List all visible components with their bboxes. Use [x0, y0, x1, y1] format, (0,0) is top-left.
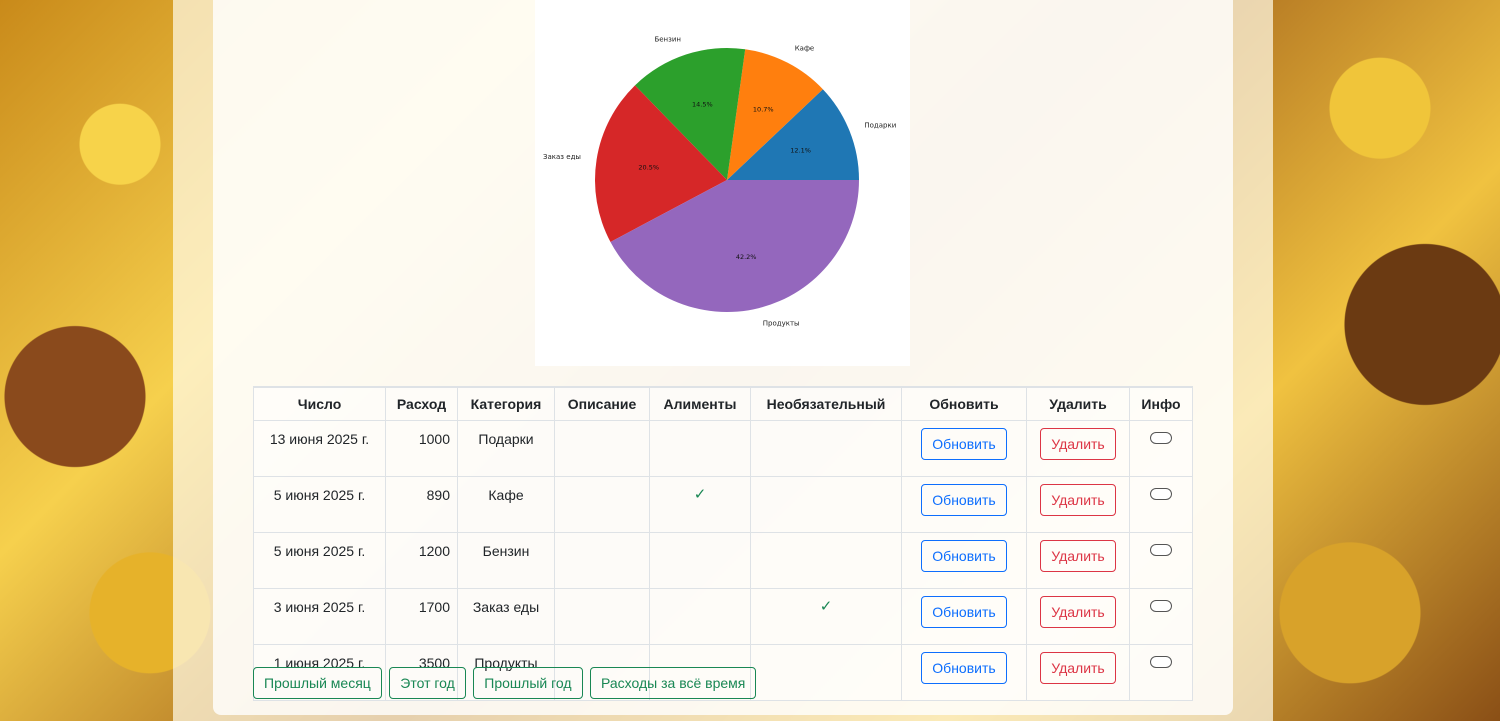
delete-button[interactable]: Удалить [1040, 652, 1116, 684]
cell-alimony: ✓ [649, 476, 751, 533]
delete-button[interactable]: Удалить [1040, 596, 1116, 628]
cell-alimony [649, 420, 751, 477]
period-filter-buttons: Прошлый месяц Этот год Прошлый год Расхо… [253, 667, 759, 699]
header-description: Описание [554, 386, 650, 421]
cell-amount: 1200 [385, 532, 458, 589]
cell-description [554, 476, 650, 533]
header-delete: Удалить [1026, 386, 1130, 421]
cell-date: 13 июня 2025 г. [253, 420, 386, 477]
pie-percent-label: 42.2% [736, 253, 757, 261]
update-button[interactable]: Обновить [921, 596, 1007, 628]
delete-button[interactable]: Удалить [1040, 428, 1116, 460]
cell-update: Обновить [901, 476, 1027, 533]
cell-date: 5 июня 2025 г. [253, 476, 386, 533]
pie-percent-label: 12.1% [790, 147, 811, 155]
pie-percent-label: 10.7% [753, 106, 774, 114]
cell-update: Обновить [901, 644, 1027, 701]
header-alimony: Алименты [649, 386, 751, 421]
pie-percent-label: 14.5% [692, 101, 713, 109]
pie-category-label: Продукты [763, 319, 800, 327]
cell-delete: Удалить [1026, 532, 1130, 589]
table-row: 13 июня 2025 г. 1000 Подарки Обновить Удалит… [253, 420, 1193, 477]
update-button[interactable]: Обновить [921, 540, 1007, 572]
header-info: Инфо [1129, 386, 1193, 421]
header-date: Число [253, 386, 386, 421]
cell-delete: Удалить [1026, 644, 1130, 701]
check-icon: ✓ [693, 486, 707, 503]
pie-percent-label: 20.5% [638, 164, 659, 172]
header-amount: Расход [385, 386, 458, 421]
pie-category-label: Кафе [795, 45, 815, 53]
cell-optional [750, 532, 902, 589]
cell-description [554, 532, 650, 589]
table-row: 5 июня 2025 г. 890 Кафе ✓ Обновить Удалить [253, 476, 1193, 533]
last-year-button[interactable]: Прошлый год [473, 667, 583, 699]
cell-delete: Удалить [1026, 476, 1130, 533]
pie-category-label: Бензин [654, 36, 681, 44]
info-toggle-icon[interactable] [1150, 432, 1172, 444]
info-toggle-icon[interactable] [1150, 544, 1172, 556]
cell-date: 5 июня 2025 г. [253, 532, 386, 589]
cell-category: Бензин [457, 532, 555, 589]
cell-description [554, 588, 650, 645]
cell-info [1129, 588, 1193, 645]
cell-info [1129, 476, 1193, 533]
check-icon: ✓ [819, 598, 833, 615]
update-button[interactable]: Обновить [921, 484, 1007, 516]
info-toggle-icon[interactable] [1150, 600, 1172, 612]
cell-optional [750, 420, 902, 477]
cell-category: Заказ еды [457, 588, 555, 645]
pie-category-label: Заказ еды [543, 153, 581, 161]
cell-alimony [649, 532, 751, 589]
cell-alimony [649, 588, 751, 645]
cell-update: Обновить [901, 588, 1027, 645]
cell-amount: 890 [385, 476, 458, 533]
table-row: 3 июня 2025 г. 1700 Заказ еды ✓ Обновить Удал… [253, 588, 1193, 645]
info-toggle-icon[interactable] [1150, 488, 1172, 500]
this-year-button[interactable]: Этот год [389, 667, 466, 699]
cell-delete: Удалить [1026, 420, 1130, 477]
cell-amount: 1000 [385, 420, 458, 477]
expenses-table: Число Расход Категория Описание Алименты… [253, 386, 1193, 701]
cell-category: Кафе [457, 476, 555, 533]
table-row: 5 июня 2025 г. 1200 Бензин Обновить Удалить [253, 532, 1193, 589]
info-toggle-icon[interactable] [1150, 656, 1172, 668]
table-header-row: Число Расход Категория Описание Алименты… [253, 386, 1193, 421]
cell-optional [750, 476, 902, 533]
cell-category: Подарки [457, 420, 555, 477]
cell-optional [750, 644, 902, 701]
cell-info [1129, 420, 1193, 477]
cell-update: Обновить [901, 532, 1027, 589]
delete-button[interactable]: Удалить [1040, 540, 1116, 572]
header-update: Обновить [901, 386, 1027, 421]
cell-date: 3 июня 2025 г. [253, 588, 386, 645]
delete-button[interactable]: Удалить [1040, 484, 1116, 516]
cell-delete: Удалить [1026, 588, 1130, 645]
pie-category-label: Подарки [864, 121, 896, 129]
cell-info [1129, 644, 1193, 701]
header-category: Категория [457, 386, 555, 421]
update-button[interactable]: Обновить [921, 428, 1007, 460]
update-button[interactable]: Обновить [921, 652, 1007, 684]
last-month-button[interactable]: Прошлый месяц [253, 667, 382, 699]
cell-update: Обновить [901, 420, 1027, 477]
cell-amount: 1700 [385, 588, 458, 645]
cell-description [554, 420, 650, 477]
header-optional: Необязательный [750, 386, 902, 421]
cell-info [1129, 532, 1193, 589]
expense-pie-chart: 12.1% Подарки 10.7% Кафе 14.5% Бензин 20.5% Зак… [535, 0, 910, 366]
all-time-expenses-button[interactable]: Расходы за всё время [590, 667, 757, 699]
cell-optional: ✓ [750, 588, 902, 645]
